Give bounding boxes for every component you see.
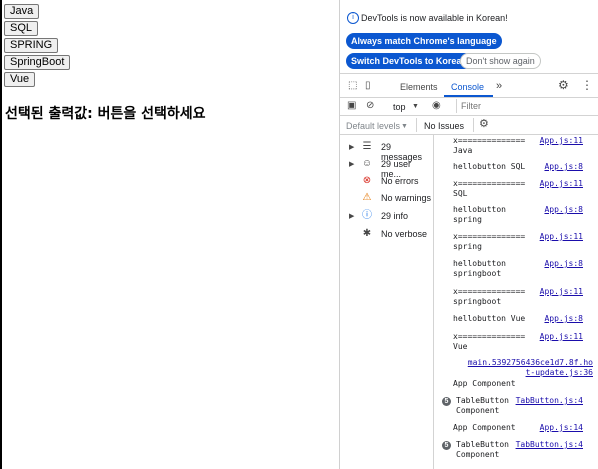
expand-arrow-icon[interactable]: ▶	[349, 160, 354, 168]
sidebar-item[interactable]: ▶ ☰ 29 messages	[340, 140, 433, 162]
log-message: hellobutton spring	[453, 205, 506, 224]
sidebar-item[interactable]: ▶ ⓘ 29 info	[340, 209, 433, 225]
result-text: 선택된 출력값: 버튼을 선택하세요	[5, 106, 206, 122]
console-sidebar: ▶ ☰ 29 messages ▶ ☺ 29 user me... ⊗ No errors ⚠ N…	[340, 135, 434, 469]
divider	[340, 97, 598, 98]
eye-icon[interactable]: ◉	[432, 100, 441, 112]
source-link[interactable]: App.js:8	[544, 259, 583, 268]
console-settings-icon[interactable]: ⚙	[479, 118, 489, 130]
sidebar-item[interactable]: ⊗ No errors	[340, 174, 433, 190]
source-link[interactable]: TabButton.js:4	[516, 440, 583, 449]
repeat-count-badge: 5	[442, 441, 451, 450]
bug-icon: ✱	[362, 228, 372, 239]
chevron-down-icon[interactable]: ▼	[401, 121, 408, 133]
sidebar-item-label: No warnings	[381, 193, 432, 203]
banner-text: DevTools is now available in Korean!	[361, 13, 508, 23]
expand-arrow-icon[interactable]: ▶	[349, 212, 354, 220]
issues-counter[interactable]: No Issues	[424, 121, 464, 131]
source-link[interactable]: main.5392756436ce1d7.8f.ho t-update.js:3…	[468, 358, 593, 378]
user-icon: ☺	[361, 158, 373, 169]
dont-show-again-button[interactable]: Don't show again	[460, 53, 541, 69]
divider	[473, 118, 474, 132]
log-message: x============== Java	[453, 136, 526, 155]
log-message: hellobutton springboot	[453, 259, 506, 278]
console-messages: x============== Java App.js:11 hellobutton…	[434, 135, 598, 469]
chevron-down-icon[interactable]: ▼	[412, 101, 419, 113]
divider	[340, 73, 598, 74]
warning-icon: ⚠	[362, 192, 372, 203]
clear-console-icon[interactable]: ⊘	[366, 100, 374, 112]
source-link[interactable]: TabButton.js:4	[516, 396, 583, 405]
spring-button[interactable]: SPRING	[4, 38, 59, 53]
settings-icon[interactable]: ⚙	[558, 79, 569, 91]
repeat-count-badge: 5	[442, 397, 451, 406]
info-icon: i	[347, 12, 359, 24]
log-message: x============== Vue	[453, 332, 526, 351]
match-language-button[interactable]: Always match Chrome's language	[346, 33, 502, 49]
device-icon[interactable]: ▯	[365, 80, 371, 92]
log-message: hellobutton Vue	[453, 314, 526, 323]
source-link[interactable]: App.js:11	[540, 287, 583, 296]
context-select[interactable]: top	[393, 102, 406, 112]
source-link[interactable]: App.js:8	[544, 162, 583, 171]
more-options-icon[interactable]: ⋮	[581, 79, 593, 91]
divider	[340, 115, 598, 116]
tab-console[interactable]: Console	[451, 82, 484, 92]
java-button[interactable]: Java	[4, 4, 40, 19]
source-link[interactable]: App.js:11	[540, 332, 583, 341]
log-message: x============== spring	[453, 232, 526, 251]
switch-korean-button[interactable]: Switch DevTools to Korean	[346, 53, 472, 69]
source-link[interactable]: App.js:11	[540, 136, 583, 145]
sql-button[interactable]: SQL	[4, 21, 39, 36]
log-message: x============== SQL	[453, 179, 526, 198]
error-icon: ⊗	[362, 175, 372, 186]
source-link[interactable]: App.js:14	[540, 423, 583, 432]
sidebar-item-label: 29 info	[381, 211, 409, 221]
log-message: hellobutton SQL	[453, 162, 526, 171]
source-link[interactable]: App.js:11	[540, 232, 583, 241]
sidebar-item[interactable]: ✱ No verbose	[340, 227, 433, 243]
log-message: App Component	[453, 379, 516, 388]
source-link[interactable]: App.js:8	[544, 205, 583, 214]
list-icon: ☰	[362, 141, 372, 152]
inspect-icon[interactable]: ⬚	[348, 80, 357, 92]
app-page: Java SQL SPRING SpringBoot Vue 선택된 출력값: …	[0, 0, 339, 469]
sidebar-item[interactable]: ▶ ☺ 29 user me...	[340, 157, 433, 179]
source-link[interactable]: App.js:8	[544, 314, 583, 323]
info-icon: ⓘ	[362, 210, 372, 221]
sidebar-item-label: No errors	[381, 176, 419, 186]
sidebar-item-label: No verbose	[381, 229, 428, 239]
default-levels-select[interactable]: Default levels	[346, 121, 400, 131]
vue-button[interactable]: Vue	[4, 72, 36, 87]
log-message: App Component	[453, 423, 516, 432]
tab-elements[interactable]: Elements	[400, 82, 438, 92]
source-link[interactable]: App.js:11	[540, 179, 583, 188]
devtools-panel: i DevTools is now available in Korean! A…	[339, 0, 598, 469]
springboot-button[interactable]: SpringBoot	[4, 55, 71, 70]
filter-input[interactable]	[456, 99, 592, 113]
log-message: x============== springboot	[453, 287, 526, 306]
more-tabs-icon[interactable]: »	[496, 80, 502, 92]
log-message: TableButton Component	[456, 440, 509, 459]
page-border	[0, 0, 2, 469]
expand-arrow-icon[interactable]: ▶	[349, 143, 354, 151]
sidebar-toggle-icon[interactable]: ▣	[347, 100, 356, 112]
divider	[416, 118, 417, 132]
log-message: TableButton Component	[456, 396, 509, 415]
sidebar-item[interactable]: ⚠ No warnings	[340, 191, 433, 207]
